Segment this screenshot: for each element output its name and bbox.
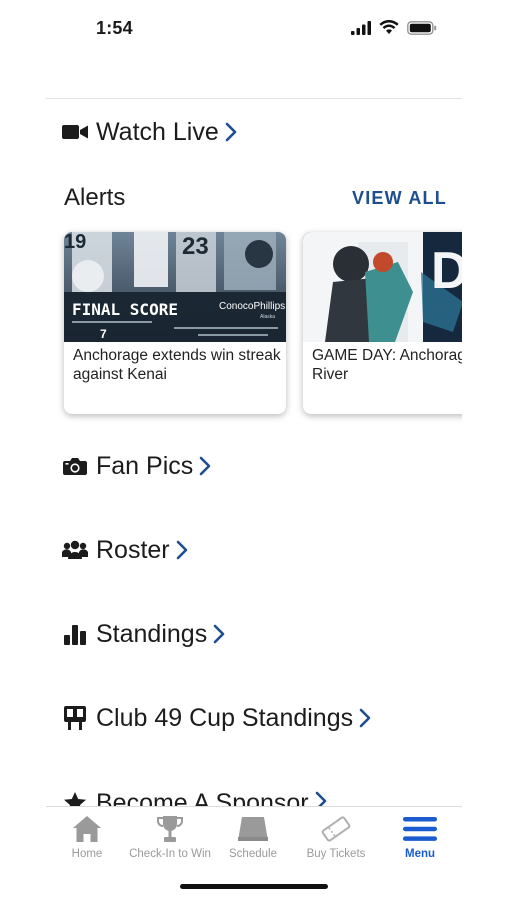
cellular-signal-icon [351,20,371,35]
alert-card[interactable]: DA GAME DAY: Anchorage vs Kenai River [303,232,462,414]
alert-card-image: DA [303,232,462,342]
tab-check-in-to-win[interactable]: Check-In to Win [126,812,214,860]
menu-item-become-a-sponsor[interactable]: Become A Sponsor [62,782,327,806]
tab-bar: Home Check-In to Win Schedule Buy Ticket… [46,808,462,868]
jersey-number-text: 23 [182,233,209,260]
menu-item-label: Fan Pics [96,451,194,480]
watch-live-link[interactable]: Watch Live [62,112,237,152]
rink-icon [236,812,270,846]
chevron-right-icon [315,791,327,806]
alert-card-headline: Anchorage extends win streak against Ken… [73,347,281,383]
tab-menu[interactable]: Menu [376,812,464,860]
tab-bar-divider [46,806,462,807]
menu-item-fan-pics[interactable]: Fan Pics [62,446,211,486]
tab-label: Buy Tickets [306,848,366,860]
menu-item-standings[interactable]: Standings [62,614,225,654]
alerts-carousel[interactable]: 19 23 FINAL SCORE ConocoPhillips Alaska … [46,222,462,426]
tab-schedule[interactable]: Schedule [209,812,297,860]
sponsor-logo-text: ConocoPhillips [219,301,285,312]
star-icon [62,790,88,806]
wifi-icon [379,20,399,34]
menu-item-roster[interactable]: Roster [62,530,188,570]
tab-label: Menu [404,848,436,860]
chevron-right-icon [176,540,188,560]
hamburger-icon [403,812,437,846]
watch-live-label: Watch Live [96,117,219,146]
view-all-link[interactable]: VIEW ALL [352,188,447,209]
people-icon [62,537,88,563]
tab-label: Schedule [229,848,277,860]
alert-card-headline: GAME DAY: Anchorage vs Kenai River [312,347,462,383]
scoreboard-icon [62,705,88,731]
menu-item-club-49-cup-standings[interactable]: Club 49 Cup Standings [62,698,371,738]
tab-label: Check-In to Win [129,848,211,860]
jersey-number-text: 19 [64,232,86,253]
menu-item-label: Standings [96,619,208,648]
score-number-text: 7 [100,327,107,341]
status-bar: 1:54 [0,0,507,58]
chevron-right-icon [213,624,225,644]
chevron-right-icon [199,456,211,476]
final-score-text: FINAL SCORE [72,300,178,319]
tab-label: Home [71,848,103,860]
battery-icon [407,20,437,35]
alert-card-image: 19 23 FINAL SCORE ConocoPhillips Alaska … [64,232,286,342]
alert-card[interactable]: 19 23 FINAL SCORE ConocoPhillips Alaska … [64,232,286,414]
menu-item-label: Roster [96,535,170,564]
bar-chart-icon [62,621,88,647]
ticket-icon [320,812,352,846]
status-time: 1:54 [96,18,133,38]
tab-buy-tickets[interactable]: Buy Tickets [292,812,380,860]
tab-home[interactable]: Home [43,812,131,860]
game-day-letters: DA [431,242,462,300]
chevron-right-icon [225,122,237,142]
sponsor-sub-text: Alaska [260,314,275,320]
chevron-right-icon [359,708,371,728]
status-icons [351,20,437,35]
menu-item-label: Club 49 Cup Standings [96,703,354,732]
camera-icon [62,453,88,479]
video-camera-icon [62,119,88,145]
alerts-heading: Alerts [64,184,126,211]
top-divider [46,98,462,99]
menu-item-label: Become A Sponsor [96,789,309,806]
home-icon [72,812,102,846]
trophy-icon [155,812,185,846]
home-indicator[interactable] [180,884,328,889]
